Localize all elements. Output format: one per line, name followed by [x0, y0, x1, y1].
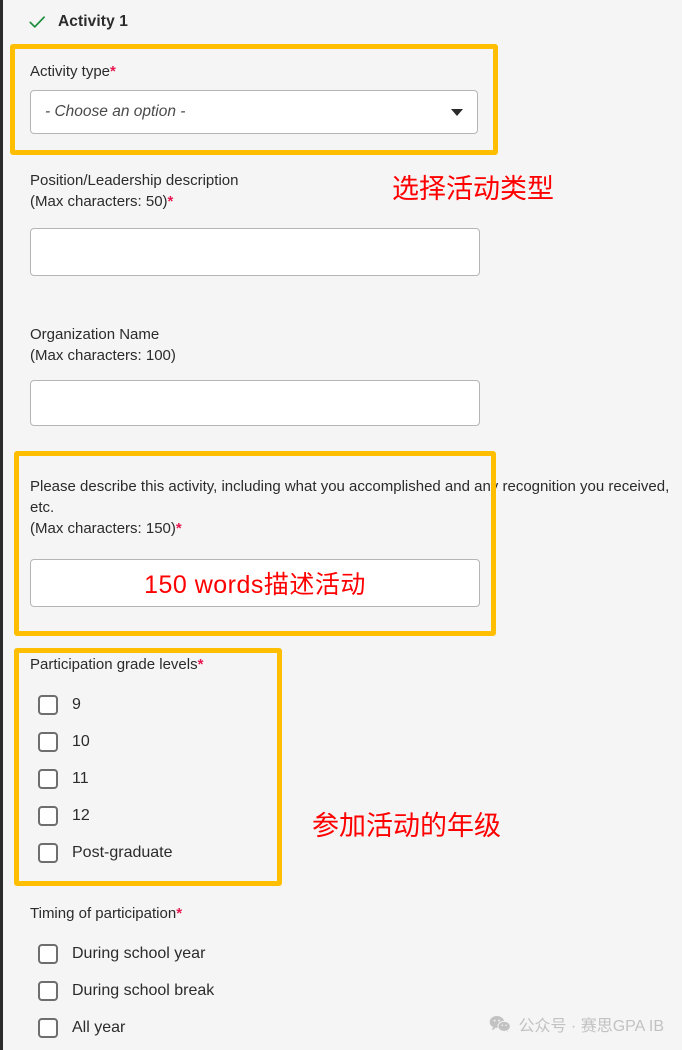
- list-item[interactable]: During school break: [38, 972, 214, 1009]
- checkbox-icon[interactable]: [38, 694, 58, 715]
- activity-type-label-text: Activity type: [30, 63, 111, 80]
- position-input[interactable]: [30, 228, 480, 276]
- activity-header: Activity 1: [28, 13, 128, 31]
- required-asterisk: *: [167, 193, 174, 210]
- annotation-activity-type: 选择活动类型: [392, 174, 554, 204]
- chevron-down-icon: [451, 108, 463, 116]
- watermark-text: 公众号 · 赛思GPA IB: [518, 1018, 664, 1035]
- position-label: Position/Leadership description (Max cha…: [30, 170, 238, 212]
- checkbox-icon[interactable]: [38, 1017, 58, 1038]
- activity-type-select-value: - Choose an option -: [45, 103, 186, 120]
- required-asterisk: *: [175, 520, 182, 537]
- required-asterisk: *: [176, 905, 183, 922]
- position-label-text: Position/Leadership description (Max cha…: [30, 172, 239, 210]
- required-asterisk: *: [110, 63, 116, 80]
- checkbox-icon[interactable]: [38, 768, 58, 789]
- activity-type-label: Activity type*: [30, 61, 116, 82]
- checkbox-label: 11: [72, 769, 89, 787]
- timing-label-text: Timing of participation: [30, 905, 177, 922]
- checkbox-icon[interactable]: [38, 842, 58, 863]
- describe-input[interactable]: 150 words描述活动: [30, 559, 480, 607]
- checkbox-icon[interactable]: [38, 731, 58, 752]
- list-item[interactable]: 11: [38, 760, 173, 797]
- checkbox-label: During school year: [72, 944, 206, 962]
- timing-checkbox-group: During school year During school break A…: [38, 935, 214, 1046]
- checkbox-label: During school break: [72, 981, 215, 999]
- describe-label: Please describe this activity, including…: [30, 476, 682, 539]
- organization-input[interactable]: [30, 380, 480, 426]
- list-item[interactable]: All year: [38, 1009, 214, 1046]
- timing-label: Timing of participation*: [30, 905, 182, 922]
- list-item[interactable]: During school year: [38, 935, 214, 972]
- list-item[interactable]: 9: [38, 686, 173, 723]
- required-asterisk: *: [197, 656, 204, 673]
- grade-levels-checkbox-group: 9 10 11 12 Post-graduate: [38, 686, 173, 871]
- page-title: Activity 1: [58, 13, 128, 30]
- grade-levels-label-text: Participation grade levels: [30, 656, 198, 673]
- activity-form-page: Activity 1 Activity type* - Choose an op…: [0, 0, 682, 1050]
- wechat-icon: [490, 1016, 512, 1033]
- list-item[interactable]: 12: [38, 797, 173, 834]
- list-item[interactable]: 10: [38, 723, 173, 760]
- checkbox-label: All year: [72, 1018, 126, 1036]
- watermark: 公众号 · 赛思GPA IB: [489, 1012, 664, 1036]
- describe-input-value: 150 words描述活动: [144, 571, 366, 599]
- organization-label: Organization Name (Max characters: 100): [30, 324, 176, 366]
- annotation-grade-levels: 参加活动的年级: [312, 811, 501, 841]
- checkbox-icon[interactable]: [38, 805, 58, 826]
- checkbox-label: Post-graduate: [72, 843, 173, 861]
- checkbox-icon[interactable]: [38, 943, 58, 964]
- checkbox-label: 12: [72, 806, 90, 824]
- grade-levels-label: Participation grade levels*: [30, 656, 203, 673]
- checkbox-label: 10: [72, 732, 90, 750]
- green-check-icon: [29, 16, 45, 28]
- checkbox-icon[interactable]: [38, 980, 58, 1001]
- activity-type-select[interactable]: - Choose an option -: [30, 90, 478, 134]
- describe-label-text: Please describe this activity, including…: [30, 478, 670, 537]
- organization-label-text: Organization Name (Max characters: 100): [30, 326, 176, 364]
- checkbox-label: 9: [72, 695, 81, 713]
- window-edge-strip: [0, 0, 3, 1050]
- list-item[interactable]: Post-graduate: [38, 834, 173, 871]
